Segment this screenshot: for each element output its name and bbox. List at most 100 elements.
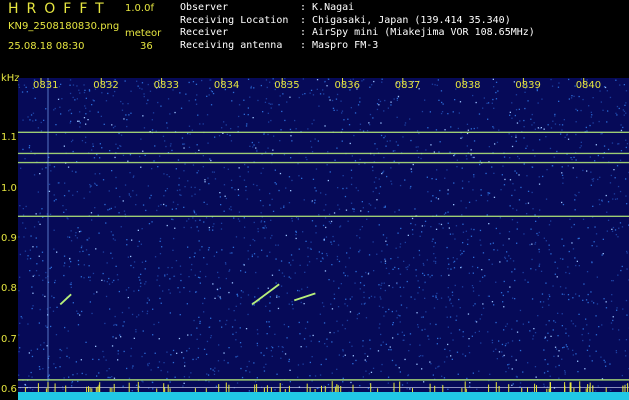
noise-pixel (145, 281, 147, 283)
noise-pixel (562, 177, 564, 179)
noise-pixel (180, 279, 182, 282)
noise-pixel (353, 210, 355, 213)
noise-pixel (27, 255, 29, 257)
noise-pixel (311, 151, 314, 153)
noise-pixel (274, 333, 276, 335)
noise-pixel (303, 303, 305, 305)
noise-pixel (433, 260, 435, 262)
noise-pixel (93, 100, 95, 102)
noise-pixel (231, 282, 234, 284)
noise-pixel (527, 202, 530, 204)
noise-pixel (257, 287, 259, 289)
noise-pixel (22, 222, 24, 224)
noise-pixel (487, 194, 489, 196)
noise-pixel (549, 375, 551, 377)
noise-pixel (247, 107, 249, 109)
noise-pixel (244, 271, 247, 273)
noise-pixel (333, 298, 336, 300)
noise-pixel (432, 295, 434, 297)
noise-pixel (157, 366, 159, 369)
station-row: Receiving Location: Chigasaki, Japan (13… (180, 15, 535, 28)
noise-pixel (75, 361, 77, 363)
noise-pixel (54, 281, 56, 284)
noise-pixel (602, 253, 604, 255)
noise-pixel (374, 296, 376, 298)
noise-pixel (187, 334, 189, 336)
noise-pixel (238, 115, 240, 118)
noise-pixel (495, 227, 497, 230)
noise-pixel (83, 277, 85, 279)
noise-pixel (266, 347, 268, 349)
noise-pixel (138, 276, 140, 278)
noise-pixel (468, 345, 470, 347)
noise-pixel (427, 191, 429, 193)
noise-pixel (430, 144, 432, 146)
noise-pixel (333, 240, 335, 242)
noise-pixel (101, 147, 103, 149)
noise-pixel (420, 157, 422, 160)
noise-pixel (397, 95, 400, 98)
noise-pixel (328, 279, 330, 281)
noise-pixel (479, 163, 481, 166)
noise-pixel (136, 316, 138, 318)
noise-pixel (626, 203, 628, 205)
noise-pixel (607, 219, 610, 221)
noise-pixel (84, 105, 86, 107)
noise-pixel (193, 256, 195, 258)
noise-pixel (465, 155, 467, 157)
noise-pixel (130, 196, 132, 198)
noise-pixel (247, 294, 250, 296)
baseline-spike (109, 387, 111, 392)
noise-pixel (190, 269, 192, 271)
noise-pixel (570, 157, 572, 159)
noise-pixel (574, 199, 576, 201)
noise-pixel (159, 297, 161, 300)
noise-pixel (151, 221, 153, 223)
noise-pixel (453, 261, 455, 263)
noise-pixel (283, 154, 286, 156)
noise-pixel (408, 264, 410, 266)
noise-pixel (511, 328, 513, 330)
noise-pixel (277, 244, 279, 246)
noise-pixel (366, 130, 369, 132)
noise-pixel (387, 107, 389, 109)
noise-pixel (618, 329, 620, 331)
noise-pixel (319, 374, 322, 376)
noise-pixel (32, 275, 34, 277)
baseline-spike (564, 386, 566, 392)
noise-pixel (363, 291, 365, 293)
noise-pixel (187, 246, 189, 248)
noise-pixel (376, 253, 378, 255)
noise-pixel (175, 260, 178, 262)
noise-pixel (190, 186, 192, 188)
noise-pixel (616, 309, 618, 311)
noise-pixel (166, 273, 168, 276)
noise-pixel (306, 264, 309, 266)
noise-pixel (288, 202, 291, 204)
noise-pixel (433, 307, 436, 309)
noise-pixel (322, 258, 324, 260)
noise-pixel (561, 124, 564, 126)
baseline-spike (270, 387, 272, 392)
noise-pixel (590, 291, 592, 293)
noise-pixel (25, 86, 27, 88)
noise-pixel (166, 351, 168, 353)
noise-pixel (147, 83, 149, 86)
noise-pixel (344, 195, 347, 198)
noise-pixel (195, 291, 197, 293)
noise-pixel (482, 107, 484, 109)
noise-pixel (161, 246, 163, 248)
noise-pixel (69, 109, 71, 111)
noise-pixel (70, 283, 72, 286)
noise-pixel (265, 363, 267, 365)
noise-pixel (18, 334, 20, 336)
noise-pixel (591, 261, 593, 264)
noise-pixel (235, 339, 237, 341)
noise-pixel (203, 201, 205, 203)
noise-pixel (141, 88, 143, 90)
noise-pixel (591, 245, 593, 247)
noise-pixel (384, 135, 386, 137)
noise-pixel (115, 143, 117, 145)
noise-pixel (576, 176, 578, 179)
noise-pixel (330, 241, 332, 243)
